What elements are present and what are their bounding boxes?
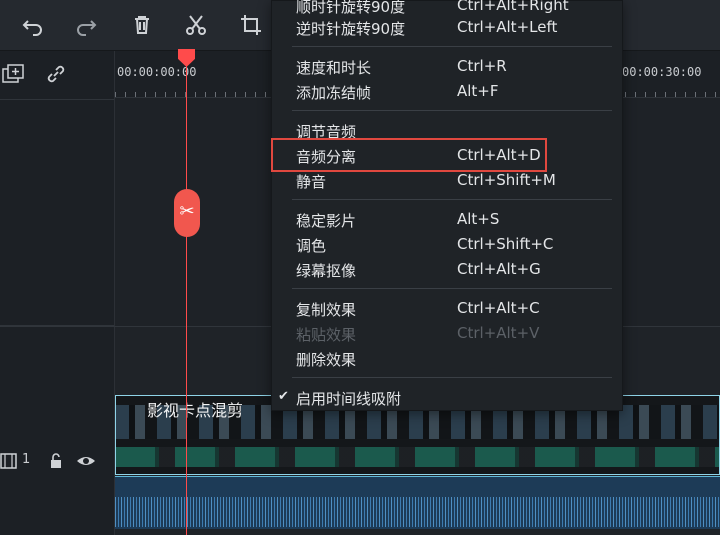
menu-item-timeline-snap[interactable]: ✔ 启用时间线吸附: [272, 386, 622, 410]
film-icon: [0, 452, 18, 470]
track-number: 1: [22, 452, 31, 467]
lock-icon[interactable]: [48, 453, 64, 469]
delete-icon[interactable]: [129, 12, 155, 38]
menu-item-mute[interactable]: 静音 Ctrl+Shift+M: [272, 169, 622, 193]
eye-icon[interactable]: [76, 453, 96, 469]
menu-separator: [292, 199, 612, 200]
menu-item-speed-duration[interactable]: 速度和时长 Ctrl+R: [272, 55, 622, 79]
menu-separator: [292, 288, 612, 289]
redo-icon[interactable]: [73, 12, 99, 38]
scissors-icon: ✂: [179, 201, 195, 222]
checkmark-icon: ✔: [278, 389, 289, 404]
menu-separator: [292, 110, 612, 111]
menu-separator: [292, 46, 612, 47]
add-track-icon[interactable]: [2, 64, 26, 86]
menu-item-stabilize[interactable]: 稳定影片 Alt+S: [272, 208, 622, 232]
menu-item-green-screen[interactable]: 绿幕抠像 Ctrl+Alt+G: [272, 258, 622, 282]
ruler-start-time: 00:00:00:00: [117, 65, 197, 79]
context-menu: 顺时针旋转90度 Ctrl+Alt+Right 逆时针旋转90度 Ctrl+Al…: [271, 0, 623, 411]
undo-icon[interactable]: [20, 12, 46, 38]
menu-item-rotate-ccw[interactable]: 逆时针旋转90度 Ctrl+Alt+Left: [272, 16, 622, 40]
playhead-line[interactable]: [186, 60, 187, 535]
menu-item-copy-effect[interactable]: 复制效果 Ctrl+Alt+C: [272, 297, 622, 321]
menu-item-freeze-frame[interactable]: 添加冻结帧 Alt+F: [272, 80, 622, 104]
audio-waveform: [115, 497, 720, 527]
highlight-box: [271, 138, 547, 172]
menu-item-paste-effect: 粘贴效果 Ctrl+Alt+V: [296, 324, 540, 344]
link-icon[interactable]: [44, 63, 68, 85]
menu-separator: [292, 377, 612, 378]
menu-item-delete-effect[interactable]: 删除效果: [272, 347, 622, 371]
clip-title: 影视卡点混剪: [147, 401, 244, 420]
audio-clip[interactable]: [115, 476, 720, 529]
ruler-end-time: 00:00:30:00: [622, 65, 702, 79]
panel-divider: [0, 99, 114, 100]
split-button[interactable]: ✂: [174, 189, 200, 237]
crop-icon[interactable]: [238, 12, 264, 38]
cut-icon[interactable]: [183, 12, 209, 38]
menu-item-color[interactable]: 调色 Ctrl+Shift+C: [272, 233, 622, 257]
